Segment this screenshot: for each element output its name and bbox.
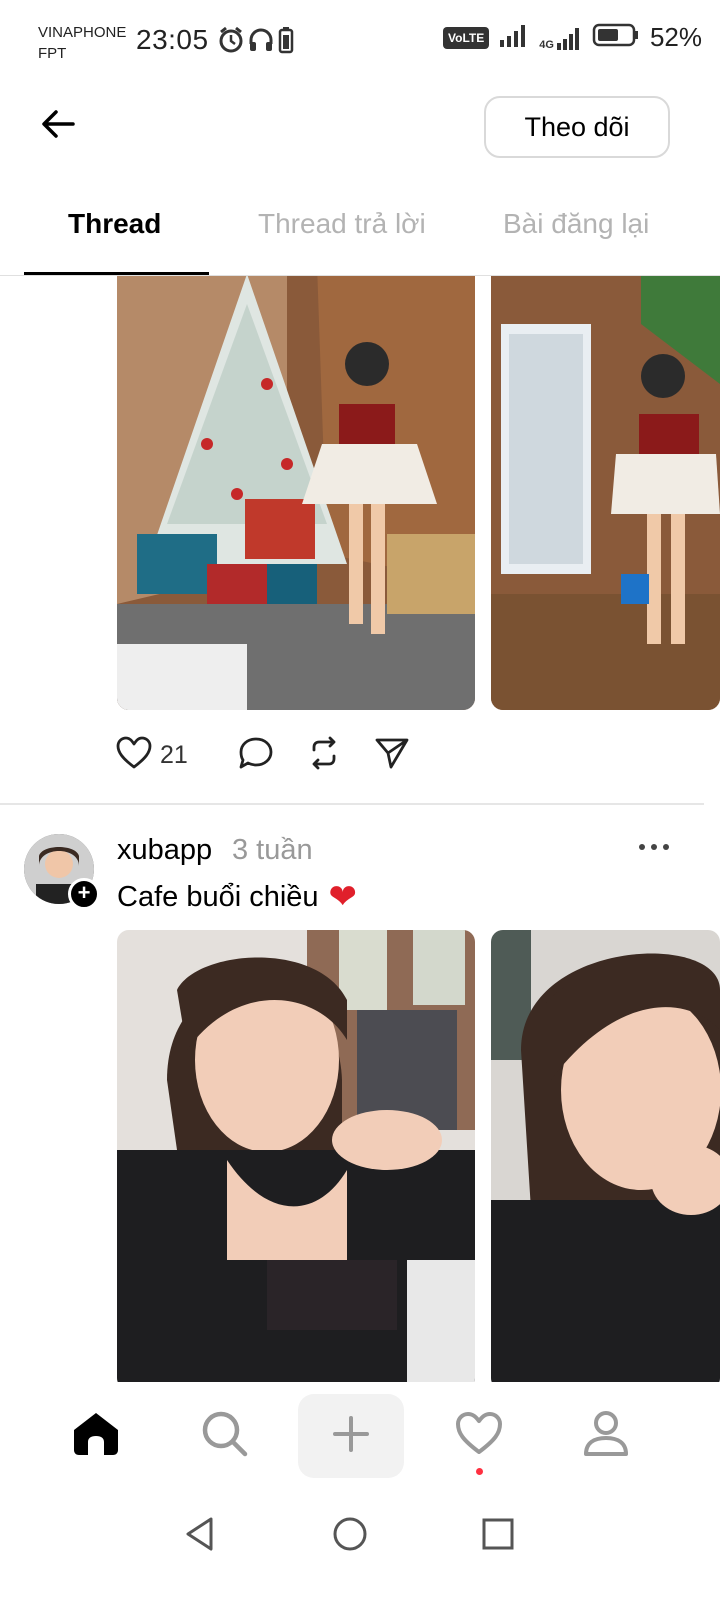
carrier-name-secondary: FPT bbox=[38, 45, 67, 62]
bottom-navigation bbox=[0, 1382, 720, 1492]
system-recents-button[interactable] bbox=[468, 1506, 528, 1566]
profile-icon bbox=[583, 1409, 629, 1462]
search-icon bbox=[200, 1409, 248, 1462]
post-caption: Cafe buổi chiều ❤ bbox=[117, 880, 357, 914]
tab-replies[interactable]: Thread trả lời bbox=[258, 208, 426, 240]
phone-battery-icon bbox=[278, 26, 294, 59]
status-bar: VINAPHONE FPT 23:05 VoLTE 4G 52% bbox=[0, 0, 720, 80]
square-recents-icon bbox=[481, 1517, 515, 1556]
signal-4g-icon: 4G bbox=[539, 25, 582, 51]
caption-text: Cafe buổi chiều bbox=[117, 880, 319, 913]
headphones-icon bbox=[248, 26, 274, 59]
nav-profile[interactable] bbox=[556, 1392, 656, 1478]
reply-button[interactable] bbox=[238, 736, 274, 775]
back-button[interactable] bbox=[36, 104, 80, 148]
more-options-button[interactable] bbox=[636, 840, 672, 859]
heart-icon bbox=[455, 1411, 503, 1460]
post-photo[interactable] bbox=[117, 930, 475, 1382]
post-timestamp: 3 tuần bbox=[232, 834, 313, 866]
send-icon bbox=[374, 736, 410, 775]
signal-icon bbox=[499, 22, 529, 53]
nav-activity[interactable] bbox=[429, 1392, 529, 1478]
system-back-button[interactable] bbox=[170, 1506, 230, 1566]
post-divider bbox=[0, 803, 704, 805]
post-actions: 21 bbox=[116, 736, 442, 775]
back-arrow-icon bbox=[40, 108, 76, 145]
follow-button[interactable]: Theo dõi bbox=[484, 96, 670, 158]
home-icon bbox=[71, 1410, 121, 1461]
system-home-button[interactable] bbox=[320, 1506, 380, 1566]
notification-dot bbox=[476, 1468, 483, 1475]
comment-bubble-icon bbox=[238, 736, 274, 775]
more-dots-icon bbox=[636, 841, 672, 858]
nav-search[interactable] bbox=[174, 1392, 274, 1478]
active-tab-indicator bbox=[24, 272, 209, 275]
volte-icon: VoLTE bbox=[443, 26, 490, 49]
carrier-label: VINAPHONE FPT bbox=[38, 22, 126, 64]
system-navigation-bar bbox=[0, 1492, 720, 1610]
profile-tabs: Thread Thread trả lời Bài đăng lại bbox=[0, 190, 720, 276]
share-button[interactable] bbox=[374, 736, 410, 775]
post-photo[interactable] bbox=[117, 276, 475, 710]
follow-plus-badge[interactable]: + bbox=[68, 878, 100, 910]
tab-reposts[interactable]: Bài đăng lại bbox=[503, 208, 649, 240]
nav-new-thread[interactable] bbox=[298, 1394, 404, 1478]
alarm-icon bbox=[218, 26, 244, 59]
thread-feed[interactable]: 21 + xubapp 3 tuần Cafe buổi chiều ❤ bbox=[0, 276, 720, 1382]
carrier-name: VINAPHONE bbox=[38, 24, 127, 41]
post-photo[interactable] bbox=[491, 276, 720, 710]
battery-percentage: 52% bbox=[649, 22, 702, 52]
heart-emoji-icon: ❤ bbox=[328, 878, 358, 916]
heart-outline-icon bbox=[116, 736, 152, 775]
circle-home-icon bbox=[332, 1516, 368, 1557]
nav-home[interactable] bbox=[46, 1392, 146, 1478]
tab-threads[interactable]: Thread bbox=[68, 208, 161, 240]
like-button[interactable]: 21 bbox=[116, 736, 188, 775]
clock: 23:05 bbox=[136, 24, 209, 55]
post-photo[interactable] bbox=[491, 930, 720, 1382]
repost-icon bbox=[306, 736, 342, 775]
triangle-back-icon bbox=[183, 1516, 217, 1557]
network-type: 4G bbox=[539, 38, 554, 51]
like-count: 21 bbox=[160, 741, 188, 769]
repost-button[interactable] bbox=[306, 736, 342, 775]
username[interactable]: xubapp bbox=[117, 834, 212, 867]
plus-icon bbox=[333, 1415, 369, 1457]
battery-icon bbox=[592, 22, 640, 53]
